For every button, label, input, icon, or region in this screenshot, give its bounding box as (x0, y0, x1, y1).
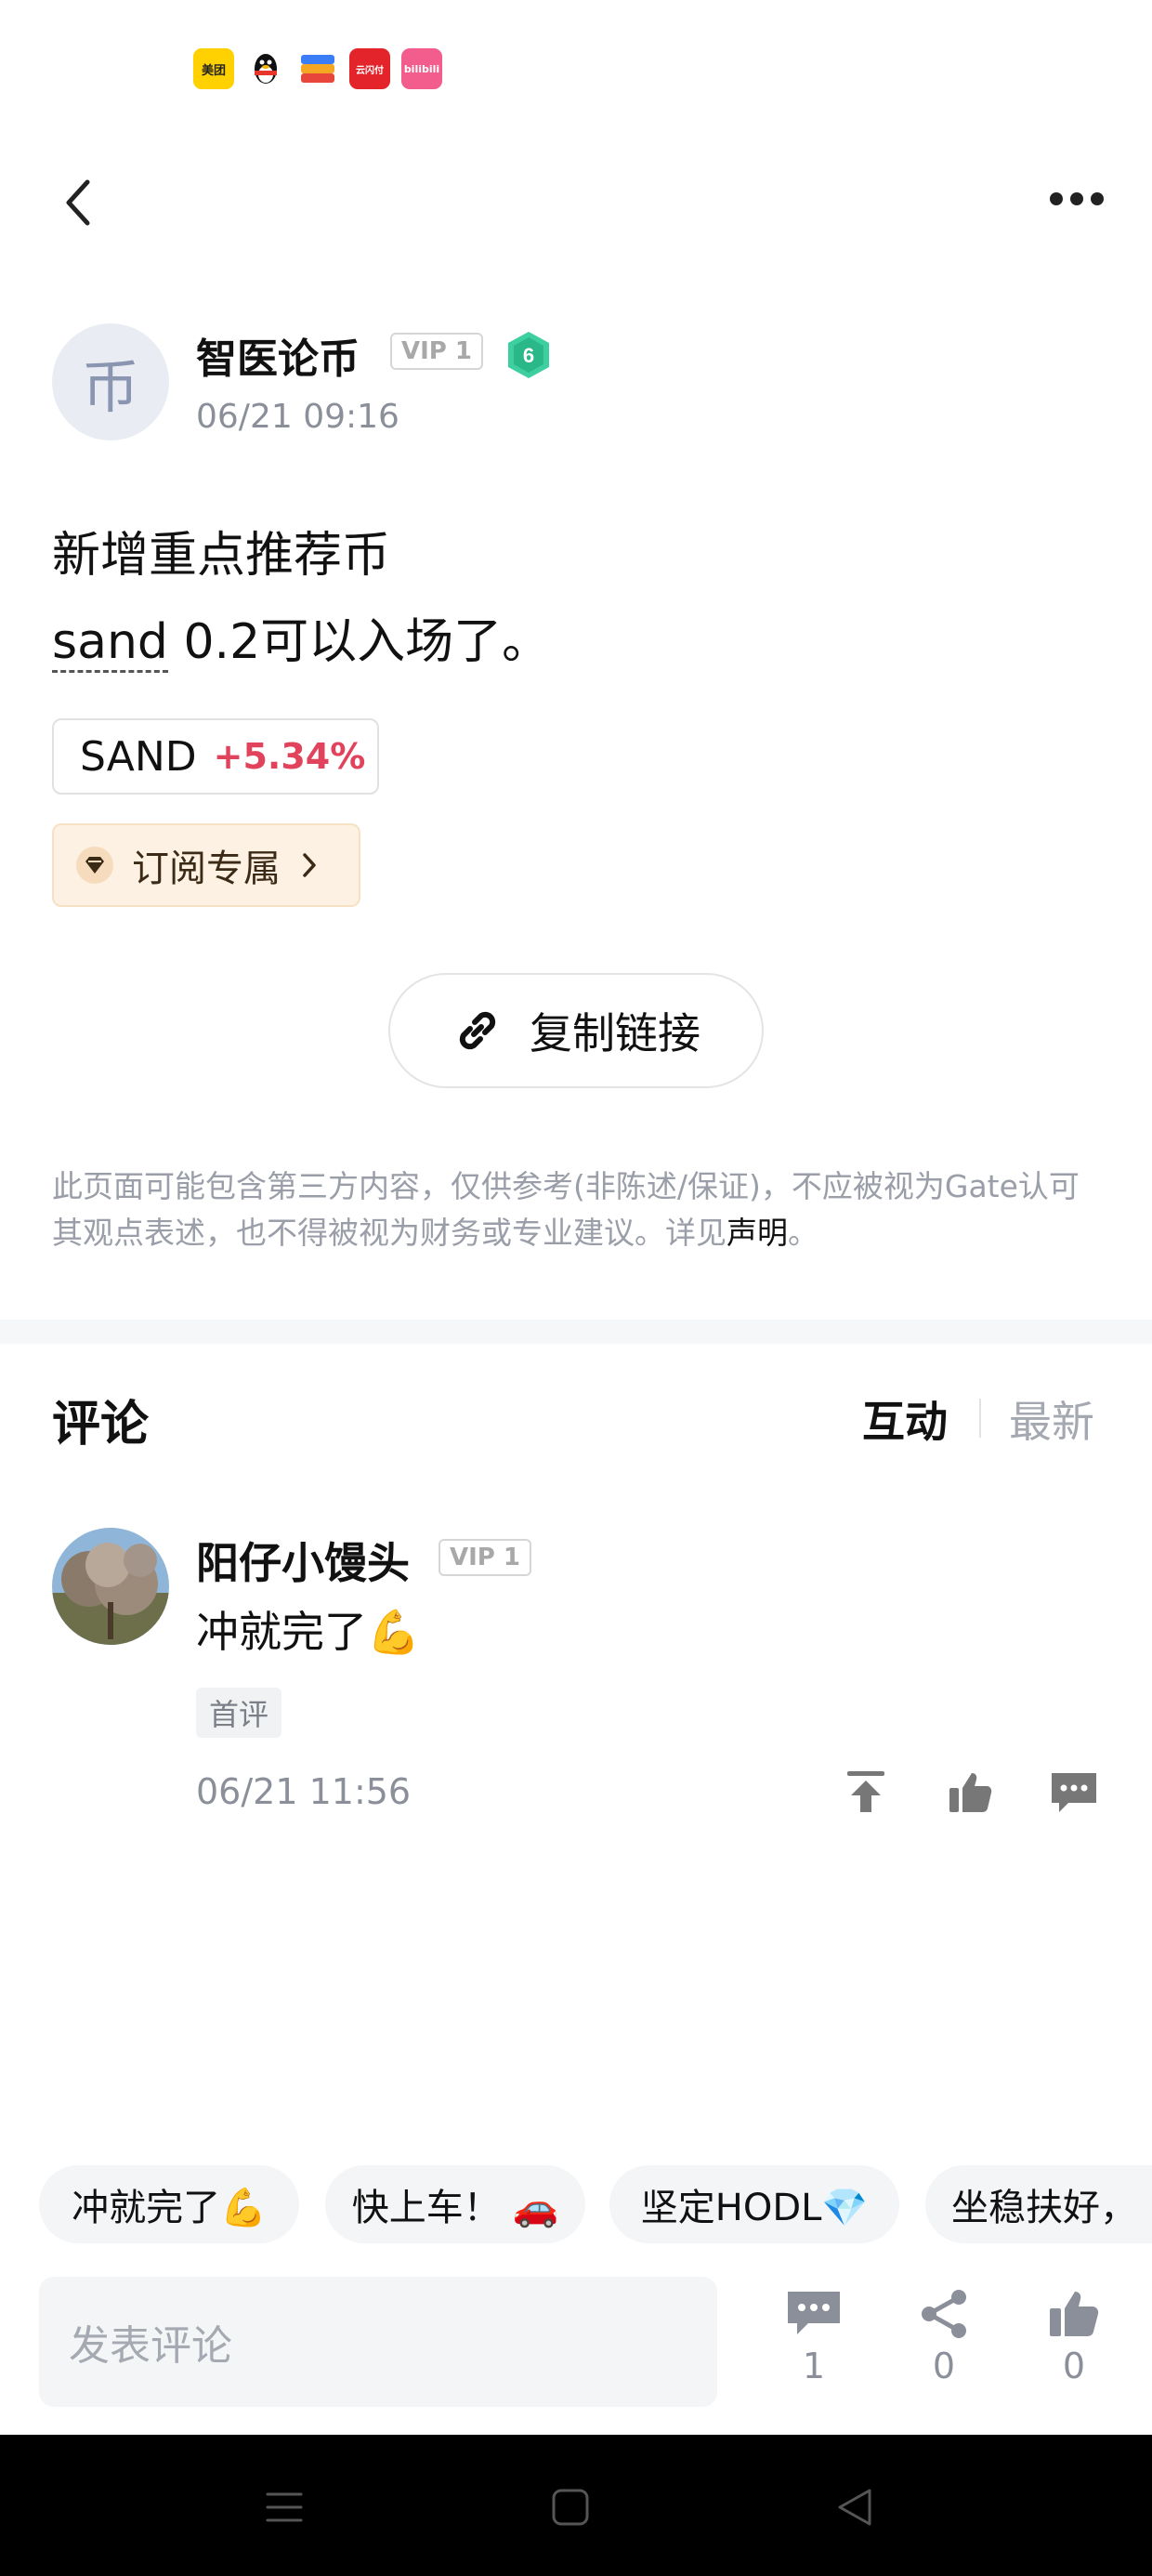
coin-symbol: SAND (80, 732, 197, 781)
comments-count-button[interactable]: 1 (769, 2288, 858, 2386)
comment-icon (1052, 1773, 1096, 1812)
share-icon (922, 2290, 966, 2338)
comment-icon (788, 2292, 840, 2334)
commenter-name[interactable]: 阳仔小馒头 (196, 1530, 410, 1591)
disclaimer-link[interactable]: 声明 (727, 1215, 788, 1251)
status-bar-app-icons: 美团 云闪付 bilibili (193, 48, 442, 89)
level-number: 6 (523, 344, 534, 367)
coin-change: +5.34% (213, 736, 366, 777)
chevron-right-icon (303, 853, 316, 877)
like-count: 0 (1062, 2346, 1086, 2386)
comment-text: 冲就完了💪 (196, 1607, 421, 1657)
link-icon (459, 1011, 496, 1050)
vip-badge: VIP 1 (390, 333, 483, 370)
disclaimer-text: 此页面可能包含第三方内容，仅供参考(非陈述/保证)，不应被视为Gate认可其观点… (52, 1168, 1080, 1251)
comment-input[interactable]: 发表评论 (39, 2277, 717, 2407)
disclaimer-end: 。 (788, 1215, 818, 1251)
comments-title: 评论 (52, 1397, 150, 1452)
home-icon[interactable] (550, 2487, 591, 2528)
quick-reply-4[interactable]: 坐稳扶好， (925, 2165, 1152, 2243)
disclaimer: 此页面可能包含第三方内容，仅供参考(非陈述/保证)，不应被视为Gate认可其观点… (52, 1163, 1102, 1256)
post-text-line2: sand 0.2可以入场了。 (52, 602, 551, 673)
level-badge: 6 (505, 330, 552, 380)
first-comment-tag: 首评 (196, 1688, 282, 1738)
commenter-vip-badge: VIP 1 (439, 1539, 531, 1576)
like-button[interactable]: 0 (1029, 2288, 1119, 2386)
chevron-left-icon (66, 179, 90, 226)
unionpay-icon: 云闪付 (349, 48, 390, 89)
comment-count: 1 (802, 2346, 826, 2386)
back-button[interactable] (52, 175, 108, 230)
copy-link-label: 复制链接 (530, 1008, 700, 1058)
more-button[interactable] (1050, 190, 1109, 208)
post-text-line2-rest: 0.2可以入场了。 (167, 614, 551, 670)
wallet-icon (297, 48, 338, 89)
pin-top-icon (847, 1771, 884, 1812)
copy-link-button[interactable]: 复制链接 (388, 973, 764, 1088)
more-dot-icon (1050, 192, 1063, 205)
tab-interaction[interactable]: 互动 (862, 1388, 948, 1450)
qq-icon (245, 48, 286, 89)
section-divider (0, 1320, 1152, 1344)
author-avatar[interactable]: 币 (52, 323, 169, 440)
pin-top-button[interactable] (840, 1766, 892, 1818)
subscription-exclusive-button[interactable]: 订阅专属 (52, 823, 360, 907)
post-time: 06/21 09:16 (196, 398, 399, 436)
share-button[interactable]: 0 (899, 2288, 988, 2386)
more-dot-icon (1070, 192, 1083, 205)
comment-time: 06/21 11:56 (196, 1771, 412, 1812)
menu-icon[interactable] (264, 2487, 305, 2528)
quick-reply-1[interactable]: 冲就完了💪 (39, 2165, 299, 2243)
comment-like-button[interactable] (944, 1766, 996, 1818)
comment-reply-button[interactable] (1048, 1766, 1100, 1818)
subscription-label: 订阅专属 (132, 848, 281, 890)
quick-reply-2[interactable]: 快上车！ 🚗 (325, 2165, 585, 2243)
system-navigation-bar (0, 2435, 1152, 2576)
quick-reply-3[interactable]: 坚定HODL💎 (609, 2165, 899, 2243)
commenter-avatar[interactable] (52, 1528, 169, 1645)
author-name[interactable]: 智医论币 (196, 325, 360, 385)
tab-latest[interactable]: 最新 (1009, 1388, 1094, 1450)
share-count: 0 (932, 2346, 956, 2386)
tab-divider (979, 1399, 981, 1438)
more-dot-icon (1091, 192, 1104, 205)
thumbs-up-icon (1050, 2292, 1099, 2336)
back-triangle-icon[interactable] (834, 2487, 875, 2528)
diamond-icon (76, 847, 113, 884)
coin-tag[interactable]: SAND +5.34% (52, 718, 379, 795)
thumbs-up-icon (949, 1773, 992, 1812)
post-text-line1: 新增重点推荐币 (52, 528, 391, 584)
meituan-icon: 美团 (193, 48, 234, 89)
token-link[interactable]: sand (52, 614, 168, 673)
bilibili-icon: bilibili (401, 48, 442, 89)
